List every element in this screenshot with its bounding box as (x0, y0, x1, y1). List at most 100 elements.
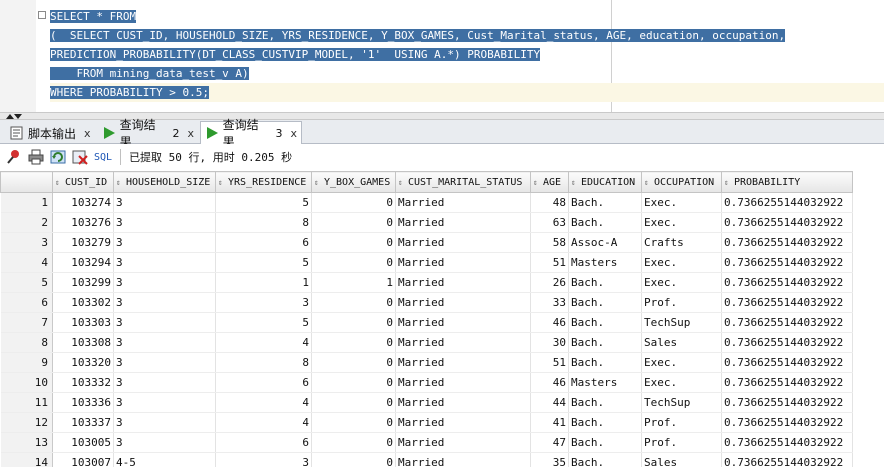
pin-icon[interactable] (6, 149, 22, 165)
table-cell[interactable]: 3 (113, 212, 216, 233)
table-cell[interactable]: 103294 (52, 252, 114, 273)
table-cell[interactable]: 103308 (52, 332, 114, 353)
table-cell[interactable]: Married (395, 352, 531, 373)
table-cell[interactable]: Bach. (568, 392, 642, 413)
table-cell[interactable]: 103274 (52, 192, 114, 213)
table-cell[interactable]: Married (395, 372, 531, 393)
table-cell[interactable]: Prof. (641, 432, 722, 453)
table-row[interactable]: 14 103007 4-5 3 0 Married 35 Bach. Sales 0.736625… (0, 452, 853, 467)
table-cell[interactable]: Married (395, 412, 531, 433)
table-cell[interactable]: Married (395, 232, 531, 253)
tab-query-result-3[interactable]: 查询结果 3 x (200, 118, 302, 149)
table-cell[interactable]: 0.7366255144032922 (721, 352, 853, 373)
table-cell[interactable]: 103299 (52, 272, 114, 293)
table-cell[interactable]: 0.7366255144032922 (721, 312, 853, 333)
table-cell[interactable]: 48 (530, 192, 569, 213)
tab-query-result-2[interactable]: 查询结果 2 x (98, 118, 198, 149)
table-cell[interactable]: Married (395, 452, 531, 467)
table-cell[interactable]: 46 (530, 312, 569, 333)
collapse-up-icon[interactable] (6, 114, 14, 119)
table-cell[interactable]: 3 (113, 332, 216, 353)
table-cell[interactable]: 4 (215, 392, 312, 413)
table-cell[interactable]: Bach. (568, 192, 642, 213)
table-row[interactable]: 5 103299 3 1 1 Married 26 Bach. Exec. 0.736625514… (0, 272, 853, 293)
table-cell[interactable]: 5 (215, 312, 312, 333)
table-cell[interactable]: 35 (530, 452, 569, 467)
table-cell[interactable]: 1 (311, 272, 396, 293)
table-cell[interactable]: 0 (311, 232, 396, 253)
table-cell[interactable]: 0 (311, 212, 396, 233)
table-cell[interactable]: Exec. (641, 372, 722, 393)
table-cell[interactable]: 8 (215, 212, 312, 233)
table-cell[interactable]: 0 (311, 252, 396, 273)
table-cell[interactable]: 3 (113, 372, 216, 393)
close-icon[interactable]: x (84, 127, 91, 140)
table-cell[interactable]: 0.7366255144032922 (721, 232, 853, 253)
table-cell[interactable]: Assoc-A (568, 232, 642, 253)
table-cell[interactable]: Masters (568, 372, 642, 393)
table-cell[interactable]: Married (395, 212, 531, 233)
sql-code[interactable]: SELECT * FROM ( SELECT CUST_ID, HOUSEHOL… (50, 7, 884, 102)
column-header-yrs-residence[interactable]: ⇕ YRS_RESIDENCE (215, 171, 312, 193)
table-cell[interactable]: Married (395, 432, 531, 453)
table-cell[interactable]: 41 (530, 412, 569, 433)
table-cell[interactable]: Married (395, 252, 531, 273)
table-row[interactable]: 7 103303 3 5 0 Married 46 Bach. TechSup 0.7366255… (0, 312, 853, 333)
table-cell[interactable]: 0 (311, 352, 396, 373)
table-cell[interactable]: Prof. (641, 292, 722, 313)
table-cell[interactable]: 0.7366255144032922 (721, 272, 853, 293)
table-cell[interactable]: 4-5 (113, 452, 216, 467)
clear-icon[interactable] (72, 149, 88, 165)
table-cell[interactable]: 0.7366255144032922 (721, 212, 853, 233)
table-cell[interactable]: 0.7366255144032922 (721, 332, 853, 353)
table-cell[interactable]: Crafts (641, 232, 722, 253)
table-cell[interactable]: 103007 (52, 452, 114, 467)
table-row[interactable]: 2 103276 3 8 0 Married 63 Bach. Exec. 0.736625514… (0, 212, 853, 233)
sql-button[interactable]: SQL (94, 152, 112, 163)
column-header-cust-id[interactable]: ⇕ CUST_ID (52, 171, 114, 193)
table-cell[interactable]: 103337 (52, 412, 114, 433)
table-cell[interactable]: Exec. (641, 272, 722, 293)
table-cell[interactable]: 103276 (52, 212, 114, 233)
column-header-education[interactable]: ⇕ EDUCATION (568, 171, 642, 193)
table-cell[interactable]: Married (395, 272, 531, 293)
table-row[interactable]: 1 103274 3 5 0 Married 48 Bach. Exec. 0.736625514… (0, 192, 853, 213)
table-cell[interactable]: Sales (641, 332, 722, 353)
table-cell[interactable]: 51 (530, 352, 569, 373)
table-cell[interactable]: 0 (311, 312, 396, 333)
table-cell[interactable]: 0 (311, 432, 396, 453)
column-header-occupation[interactable]: ⇕ OCCUPATION (641, 171, 722, 193)
table-row[interactable]: 12 103337 3 4 0 Married 41 Bach. Prof. 0.73662551… (0, 412, 853, 433)
table-cell[interactable]: 1 (215, 272, 312, 293)
table-cell[interactable]: 6 (215, 232, 312, 253)
table-cell[interactable]: TechSup (641, 312, 722, 333)
table-row[interactable]: 8 103308 3 4 0 Married 30 Bach. Sales 0.736625514… (0, 332, 853, 353)
table-cell[interactable]: 47 (530, 432, 569, 453)
table-cell[interactable]: Bach. (568, 312, 642, 333)
close-icon[interactable]: x (187, 127, 194, 140)
table-cell[interactable]: Exec. (641, 192, 722, 213)
table-cell[interactable]: 5 (215, 252, 312, 273)
table-cell[interactable]: 103320 (52, 352, 114, 373)
table-row[interactable]: 9 103320 3 8 0 Married 51 Bach. Exec. 0.736625514… (0, 352, 853, 373)
table-cell[interactable]: 6 (215, 432, 312, 453)
table-cell[interactable]: Bach. (568, 332, 642, 353)
table-cell[interactable]: 3 (113, 352, 216, 373)
table-cell[interactable]: Married (395, 332, 531, 353)
collapse-marker-icon[interactable] (38, 11, 46, 19)
sql-editor[interactable]: SELECT * FROM ( SELECT CUST_ID, HOUSEHOL… (0, 0, 884, 112)
table-cell[interactable]: Exec. (641, 352, 722, 373)
column-header-household-size[interactable]: ⇕ HOUSEHOLD_SIZE (113, 171, 216, 193)
table-cell[interactable]: Bach. (568, 452, 642, 467)
table-cell[interactable]: 103279 (52, 232, 114, 253)
table-cell[interactable]: 3 (215, 292, 312, 313)
table-cell[interactable]: 3 (113, 252, 216, 273)
table-cell[interactable]: 44 (530, 392, 569, 413)
table-cell[interactable]: 26 (530, 272, 569, 293)
table-cell[interactable]: 103336 (52, 392, 114, 413)
table-cell[interactable]: 0 (311, 192, 396, 213)
column-header-age[interactable]: ⇕ AGE (530, 171, 569, 193)
table-cell[interactable]: 0.7366255144032922 (721, 252, 853, 273)
table-cell[interactable]: TechSup (641, 392, 722, 413)
table-cell[interactable]: Married (395, 312, 531, 333)
